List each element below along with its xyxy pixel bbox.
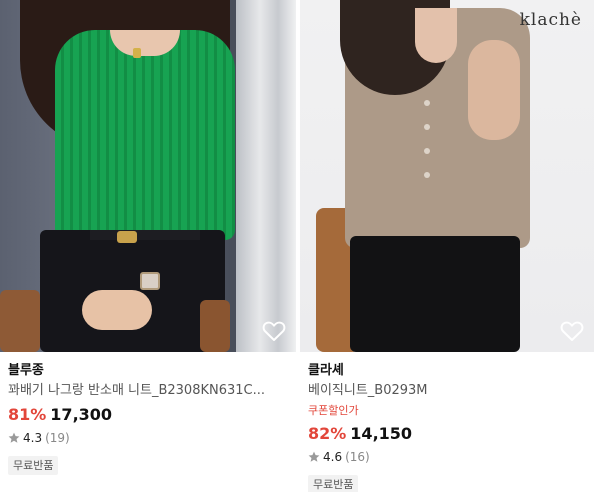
brand-name[interactable]: 블루종 [8, 362, 288, 380]
belt [90, 230, 200, 240]
discount-rate: 82% [308, 424, 347, 443]
product-card[interactable]: 블루종 꽈배기 나그랑 반소매 니트_B2308KN631C... 81% 17,… [0, 0, 296, 492]
heart-outline-icon[interactable] [262, 320, 286, 342]
coupon-price-label: 쿠폰할인가 [308, 404, 359, 417]
rating-row: 4.3 (19) [8, 430, 288, 446]
product-name[interactable]: 베이직니트_B0293M [308, 382, 586, 400]
chair [200, 300, 230, 352]
wrist-watch [140, 272, 160, 290]
black-pants [350, 236, 520, 352]
star-icon [8, 432, 20, 443]
belt-buckle [117, 231, 137, 243]
product-info: 클라셰 베이직니트_B0293M 쿠폰할인가 82% 14,150 4.6 (16… [300, 352, 594, 492]
heart-outline-icon[interactable] [560, 320, 584, 342]
discount-rate: 81% [8, 405, 47, 424]
knit-button [424, 172, 430, 178]
price-row: 82% 14,150 [308, 423, 586, 445]
model-neck [415, 8, 457, 63]
image-watermark-logo: klachè [519, 10, 582, 30]
handbag [0, 290, 40, 352]
product-card[interactable]: klachè 클라셰 베이직니트_B0293M 쿠폰할인가 82% 14,150 … [300, 0, 594, 492]
product-name[interactable]: 꽈배기 나그랑 반소매 니트_B2308KN631C... [8, 382, 288, 400]
model-arm [468, 40, 520, 140]
knit-button [424, 148, 430, 154]
product-info: 블루종 꽈배기 나그랑 반소매 니트_B2308KN631C... 81% 17,… [0, 352, 296, 475]
review-count: (19) [45, 431, 70, 445]
product-image[interactable] [0, 0, 296, 352]
model-hands [82, 290, 152, 330]
free-return-badge: 무료반품 [8, 456, 59, 475]
free-return-badge: 무료반품 [308, 475, 359, 492]
rating-row: 4.6 (16) [308, 449, 586, 465]
background-curtain [236, 0, 296, 352]
price-row: 81% 17,300 [8, 404, 288, 426]
product-grid: 블루종 꽈배기 나그랑 반소매 니트_B2308KN631C... 81% 17,… [0, 0, 594, 492]
sale-price: 14,150 [350, 424, 413, 443]
knit-button [424, 124, 430, 130]
rating-value: 4.3 [23, 431, 43, 445]
rating-value: 4.6 [323, 450, 343, 464]
green-knit-sweater [55, 30, 235, 240]
review-count: (16) [345, 450, 370, 464]
product-image[interactable]: klachè [300, 0, 594, 352]
brand-name[interactable]: 클라셰 [308, 362, 586, 380]
star-icon [308, 451, 320, 462]
knit-button [424, 100, 430, 106]
sale-price: 17,300 [50, 405, 113, 424]
necklace-pendant [133, 48, 141, 58]
